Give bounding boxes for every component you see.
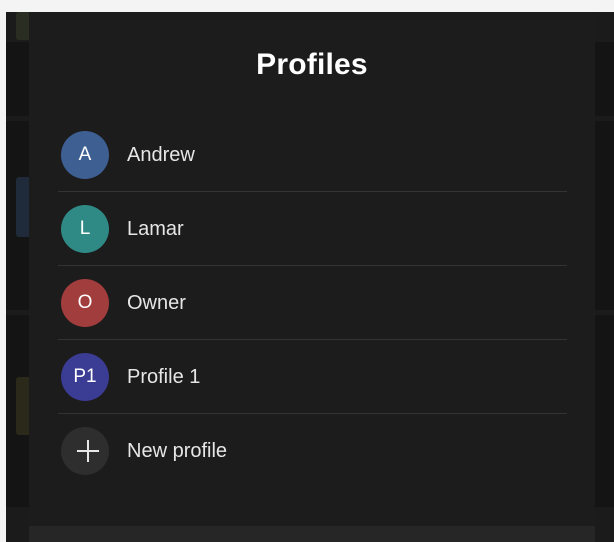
profile-name: Lamar xyxy=(127,218,184,240)
profile-item-profile-1[interactable]: P1 Profile 1 xyxy=(58,340,567,414)
profiles-dialog: Profiles A Andrew L Lamar O Owner P1 Pro… xyxy=(29,12,595,542)
profile-item-owner[interactable]: O Owner xyxy=(58,266,567,340)
profile-name: Andrew xyxy=(127,144,195,166)
new-profile-button[interactable]: New profile xyxy=(58,414,567,487)
avatar: P1 xyxy=(61,353,109,401)
avatar: L xyxy=(61,205,109,253)
new-profile-label: New profile xyxy=(127,440,228,462)
dialog-footer xyxy=(29,526,595,542)
avatar: A xyxy=(61,131,109,179)
profile-item-andrew[interactable]: A Andrew xyxy=(58,118,567,192)
dialog-title: Profiles xyxy=(256,48,368,81)
profile-name: Owner xyxy=(127,292,186,314)
avatar: O xyxy=(61,279,109,327)
profile-list: A Andrew L Lamar O Owner P1 Profile 1 Ne… xyxy=(58,118,567,487)
new-profile-avatar xyxy=(61,427,109,475)
profile-name: Profile 1 xyxy=(127,366,201,388)
plus-icon xyxy=(77,440,99,462)
profile-item-lamar[interactable]: L Lamar xyxy=(58,192,567,266)
